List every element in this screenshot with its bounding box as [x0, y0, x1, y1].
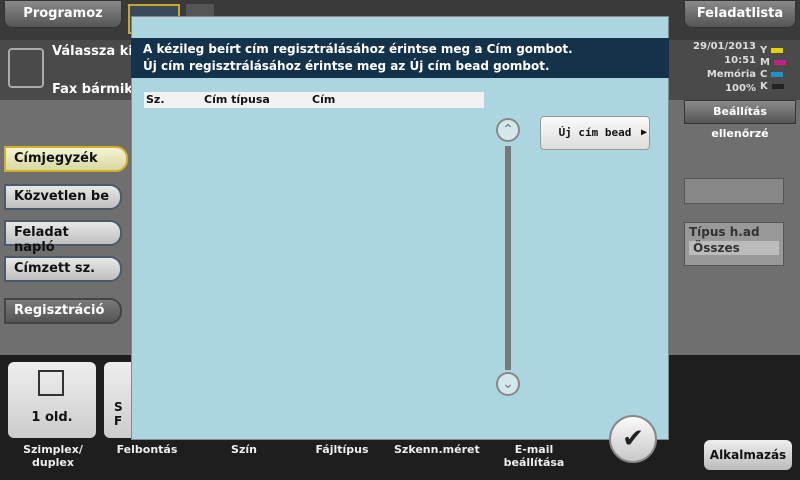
time-text: 10:51	[724, 55, 756, 66]
toner-bar	[771, 71, 784, 77]
toner-letter: C	[760, 68, 768, 80]
toner-levels: YMCK	[760, 44, 796, 92]
date-text: 29/01/2013	[693, 41, 756, 52]
toner-bar	[771, 83, 784, 89]
toner-letter: M	[760, 56, 770, 68]
fax-status-text: Fax bármiko	[52, 82, 142, 97]
duplex-value: 1 old.	[31, 410, 73, 425]
toner-bar	[771, 47, 784, 53]
address-table-header: Sz. Cím típusa Cím	[144, 92, 484, 108]
toner-row: Y	[760, 44, 796, 56]
new-address-label: Új cím bead	[558, 126, 632, 139]
type-filter-value[interactable]: Összes	[689, 241, 779, 255]
bottom-label-resolution: Felbontás	[116, 443, 178, 456]
bottom-label-scan-size: Szkenn.méret	[394, 443, 480, 456]
new-address-button[interactable]: Új cím bead ▶	[540, 116, 650, 150]
toner-row: C	[760, 68, 796, 80]
ok-button[interactable]: ✔	[609, 415, 657, 463]
type-filter[interactable]: Típus h.ad Összes	[684, 222, 784, 266]
toner-letter: K	[760, 80, 768, 92]
bottom-label-duplex: Szimplex/ duplex	[23, 443, 83, 469]
toner-letter: Y	[760, 44, 768, 56]
task-list-tab[interactable]: Feladatlista	[684, 0, 796, 28]
duplex-tile[interactable]: 1 old.	[8, 362, 96, 438]
scrollbar-track[interactable]	[505, 146, 511, 370]
memory-label: Memória	[706, 69, 756, 80]
sidebar-item-direct-input[interactable]: Közvetlen be	[4, 184, 122, 210]
resolution-value: S F	[114, 400, 123, 428]
dialog-header: A kézileg beírt cím regisztrálásához éri…	[131, 38, 669, 78]
column-number: Sz.	[146, 93, 165, 106]
bottom-label-filetype: Fájltípus	[315, 443, 369, 456]
column-address: Cím	[312, 93, 336, 106]
programs-tab[interactable]: Programoz	[4, 0, 122, 28]
chevron-down-icon: ⌄	[502, 376, 514, 392]
scroll-down-button[interactable]: ⌄	[496, 372, 520, 396]
duplex-icon	[38, 370, 64, 396]
chevron-up-icon: ⌃	[502, 122, 514, 138]
settings-check-button[interactable]: Beállítás ellenőrzé	[684, 100, 796, 140]
toner-row: K	[760, 80, 796, 92]
sidebar-item-job-log[interactable]: Feladat napló	[4, 220, 122, 255]
sidebar-item-recipient-search[interactable]: Címzett sz.	[4, 256, 122, 282]
sidebar-item-registration[interactable]: Regisztráció	[4, 298, 122, 324]
column-address-type: Cím típusa	[204, 93, 270, 106]
bottom-label-color: Szín	[231, 443, 257, 456]
sidebar-item-address-book[interactable]: Címjegyzék	[4, 146, 128, 172]
checkmark-icon: ✔	[622, 424, 644, 454]
toner-bar	[773, 59, 786, 65]
address-dialog	[131, 16, 669, 440]
view-toggle[interactable]	[684, 178, 784, 204]
bottom-label-email-settings: E-mail beállítása	[503, 443, 565, 469]
dialog-message-line2: Új cím regisztrálásához érintse meg az Ú…	[143, 59, 550, 73]
memory-value: 100%	[725, 83, 756, 94]
apply-button[interactable]: Alkalmazás	[704, 440, 792, 470]
toner-row: M	[760, 56, 796, 68]
fax-icon	[8, 48, 44, 88]
dialog-message-line1: A kézileg beírt cím regisztrálásához éri…	[143, 42, 573, 56]
scroll-up-button[interactable]: ⌃	[496, 118, 520, 142]
arrow-right-icon: ▶	[640, 127, 647, 138]
status-panel: 29/01/2013 10:51 Memória 100%	[686, 40, 756, 96]
resolution-tile[interactable]: S F	[104, 362, 131, 438]
type-filter-label: Típus h.ad	[689, 225, 760, 239]
